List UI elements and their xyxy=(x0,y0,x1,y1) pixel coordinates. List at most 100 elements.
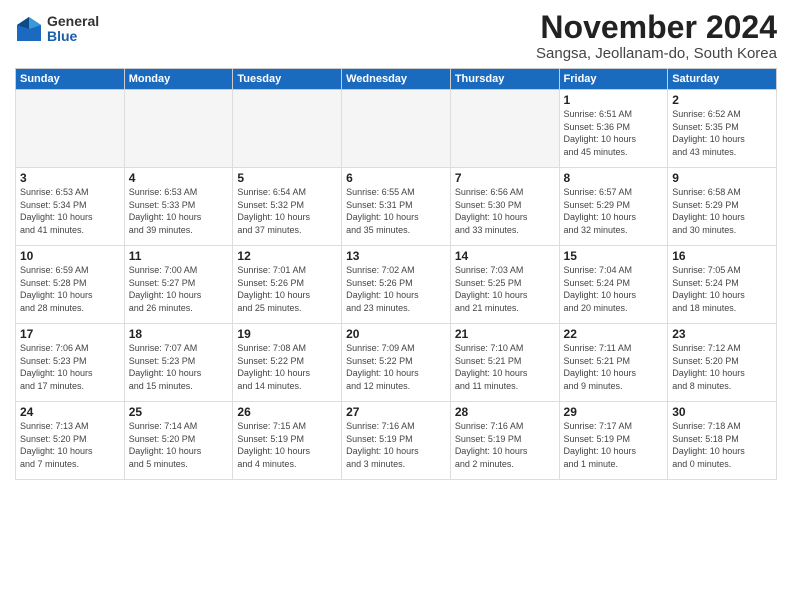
day-info: Sunrise: 7:16 AM Sunset: 5:19 PM Dayligh… xyxy=(455,420,555,470)
day-number: 1 xyxy=(564,93,664,107)
day-info: Sunrise: 7:06 AM Sunset: 5:23 PM Dayligh… xyxy=(20,342,120,392)
day-number: 23 xyxy=(672,327,772,341)
col-saturday: Saturday xyxy=(668,69,777,90)
day-cell: 2Sunrise: 6:52 AM Sunset: 5:35 PM Daylig… xyxy=(668,90,777,168)
day-cell: 28Sunrise: 7:16 AM Sunset: 5:19 PM Dayli… xyxy=(450,402,559,480)
day-number: 24 xyxy=(20,405,120,419)
logo-text: General Blue xyxy=(47,14,99,45)
day-cell: 16Sunrise: 7:05 AM Sunset: 5:24 PM Dayli… xyxy=(668,246,777,324)
day-number: 17 xyxy=(20,327,120,341)
calendar-table: Sunday Monday Tuesday Wednesday Thursday… xyxy=(15,68,777,480)
col-wednesday: Wednesday xyxy=(342,69,451,90)
day-cell: 21Sunrise: 7:10 AM Sunset: 5:21 PM Dayli… xyxy=(450,324,559,402)
week-row-5: 24Sunrise: 7:13 AM Sunset: 5:20 PM Dayli… xyxy=(16,402,777,480)
day-number: 8 xyxy=(564,171,664,185)
logo-blue: Blue xyxy=(47,29,99,44)
day-number: 22 xyxy=(564,327,664,341)
day-cell: 19Sunrise: 7:08 AM Sunset: 5:22 PM Dayli… xyxy=(233,324,342,402)
day-info: Sunrise: 7:13 AM Sunset: 5:20 PM Dayligh… xyxy=(20,420,120,470)
day-number: 15 xyxy=(564,249,664,263)
day-info: Sunrise: 6:54 AM Sunset: 5:32 PM Dayligh… xyxy=(237,186,337,236)
day-number: 6 xyxy=(346,171,446,185)
day-number: 27 xyxy=(346,405,446,419)
day-number: 11 xyxy=(129,249,229,263)
logo-icon xyxy=(15,15,43,43)
day-number: 29 xyxy=(564,405,664,419)
week-row-3: 10Sunrise: 6:59 AM Sunset: 5:28 PM Dayli… xyxy=(16,246,777,324)
day-cell: 23Sunrise: 7:12 AM Sunset: 5:20 PM Dayli… xyxy=(668,324,777,402)
day-cell: 30Sunrise: 7:18 AM Sunset: 5:18 PM Dayli… xyxy=(668,402,777,480)
day-info: Sunrise: 7:04 AM Sunset: 5:24 PM Dayligh… xyxy=(564,264,664,314)
day-cell: 26Sunrise: 7:15 AM Sunset: 5:19 PM Dayli… xyxy=(233,402,342,480)
day-cell: 17Sunrise: 7:06 AM Sunset: 5:23 PM Dayli… xyxy=(16,324,125,402)
day-cell: 11Sunrise: 7:00 AM Sunset: 5:27 PM Dayli… xyxy=(124,246,233,324)
day-number: 30 xyxy=(672,405,772,419)
day-info: Sunrise: 6:59 AM Sunset: 5:28 PM Dayligh… xyxy=(20,264,120,314)
day-info: Sunrise: 7:12 AM Sunset: 5:20 PM Dayligh… xyxy=(672,342,772,392)
day-cell: 3Sunrise: 6:53 AM Sunset: 5:34 PM Daylig… xyxy=(16,168,125,246)
day-number: 7 xyxy=(455,171,555,185)
day-number: 18 xyxy=(129,327,229,341)
day-info: Sunrise: 7:07 AM Sunset: 5:23 PM Dayligh… xyxy=(129,342,229,392)
day-info: Sunrise: 7:18 AM Sunset: 5:18 PM Dayligh… xyxy=(672,420,772,470)
day-number: 19 xyxy=(237,327,337,341)
day-number: 10 xyxy=(20,249,120,263)
logo: General Blue xyxy=(15,14,99,45)
day-info: Sunrise: 6:58 AM Sunset: 5:29 PM Dayligh… xyxy=(672,186,772,236)
day-number: 26 xyxy=(237,405,337,419)
day-number: 14 xyxy=(455,249,555,263)
day-number: 20 xyxy=(346,327,446,341)
day-info: Sunrise: 6:56 AM Sunset: 5:30 PM Dayligh… xyxy=(455,186,555,236)
day-cell: 14Sunrise: 7:03 AM Sunset: 5:25 PM Dayli… xyxy=(450,246,559,324)
day-info: Sunrise: 7:14 AM Sunset: 5:20 PM Dayligh… xyxy=(129,420,229,470)
day-info: Sunrise: 7:01 AM Sunset: 5:26 PM Dayligh… xyxy=(237,264,337,314)
day-info: Sunrise: 6:52 AM Sunset: 5:35 PM Dayligh… xyxy=(672,108,772,158)
week-row-2: 3Sunrise: 6:53 AM Sunset: 5:34 PM Daylig… xyxy=(16,168,777,246)
col-sunday: Sunday xyxy=(16,69,125,90)
day-number: 2 xyxy=(672,93,772,107)
day-info: Sunrise: 6:53 AM Sunset: 5:33 PM Dayligh… xyxy=(129,186,229,236)
location: Sangsa, Jeollanam-do, South Korea xyxy=(536,45,777,62)
col-thursday: Thursday xyxy=(450,69,559,90)
day-cell: 29Sunrise: 7:17 AM Sunset: 5:19 PM Dayli… xyxy=(559,402,668,480)
day-cell: 15Sunrise: 7:04 AM Sunset: 5:24 PM Dayli… xyxy=(559,246,668,324)
page: General Blue November 2024 Sangsa, Jeoll… xyxy=(0,0,792,612)
day-cell: 10Sunrise: 6:59 AM Sunset: 5:28 PM Dayli… xyxy=(16,246,125,324)
day-cell: 4Sunrise: 6:53 AM Sunset: 5:33 PM Daylig… xyxy=(124,168,233,246)
day-number: 13 xyxy=(346,249,446,263)
day-number: 9 xyxy=(672,171,772,185)
col-friday: Friday xyxy=(559,69,668,90)
day-info: Sunrise: 7:00 AM Sunset: 5:27 PM Dayligh… xyxy=(129,264,229,314)
day-cell: 27Sunrise: 7:16 AM Sunset: 5:19 PM Dayli… xyxy=(342,402,451,480)
day-cell xyxy=(342,90,451,168)
day-cell xyxy=(450,90,559,168)
day-cell: 25Sunrise: 7:14 AM Sunset: 5:20 PM Dayli… xyxy=(124,402,233,480)
day-number: 12 xyxy=(237,249,337,263)
day-info: Sunrise: 7:15 AM Sunset: 5:19 PM Dayligh… xyxy=(237,420,337,470)
day-number: 5 xyxy=(237,171,337,185)
day-info: Sunrise: 7:11 AM Sunset: 5:21 PM Dayligh… xyxy=(564,342,664,392)
day-info: Sunrise: 7:09 AM Sunset: 5:22 PM Dayligh… xyxy=(346,342,446,392)
day-cell: 24Sunrise: 7:13 AM Sunset: 5:20 PM Dayli… xyxy=(16,402,125,480)
week-row-4: 17Sunrise: 7:06 AM Sunset: 5:23 PM Dayli… xyxy=(16,324,777,402)
col-tuesday: Tuesday xyxy=(233,69,342,90)
day-cell: 6Sunrise: 6:55 AM Sunset: 5:31 PM Daylig… xyxy=(342,168,451,246)
day-info: Sunrise: 6:57 AM Sunset: 5:29 PM Dayligh… xyxy=(564,186,664,236)
day-info: Sunrise: 7:16 AM Sunset: 5:19 PM Dayligh… xyxy=(346,420,446,470)
col-monday: Monday xyxy=(124,69,233,90)
day-cell: 20Sunrise: 7:09 AM Sunset: 5:22 PM Dayli… xyxy=(342,324,451,402)
day-number: 3 xyxy=(20,171,120,185)
day-info: Sunrise: 7:02 AM Sunset: 5:26 PM Dayligh… xyxy=(346,264,446,314)
day-cell: 7Sunrise: 6:56 AM Sunset: 5:30 PM Daylig… xyxy=(450,168,559,246)
logo-general: General xyxy=(47,14,99,29)
day-cell xyxy=(233,90,342,168)
day-info: Sunrise: 7:17 AM Sunset: 5:19 PM Dayligh… xyxy=(564,420,664,470)
day-info: Sunrise: 7:05 AM Sunset: 5:24 PM Dayligh… xyxy=(672,264,772,314)
day-number: 4 xyxy=(129,171,229,185)
day-info: Sunrise: 6:53 AM Sunset: 5:34 PM Dayligh… xyxy=(20,186,120,236)
day-cell xyxy=(124,90,233,168)
day-cell: 9Sunrise: 6:58 AM Sunset: 5:29 PM Daylig… xyxy=(668,168,777,246)
day-cell: 22Sunrise: 7:11 AM Sunset: 5:21 PM Dayli… xyxy=(559,324,668,402)
day-cell xyxy=(16,90,125,168)
week-row-1: 1Sunrise: 6:51 AM Sunset: 5:36 PM Daylig… xyxy=(16,90,777,168)
